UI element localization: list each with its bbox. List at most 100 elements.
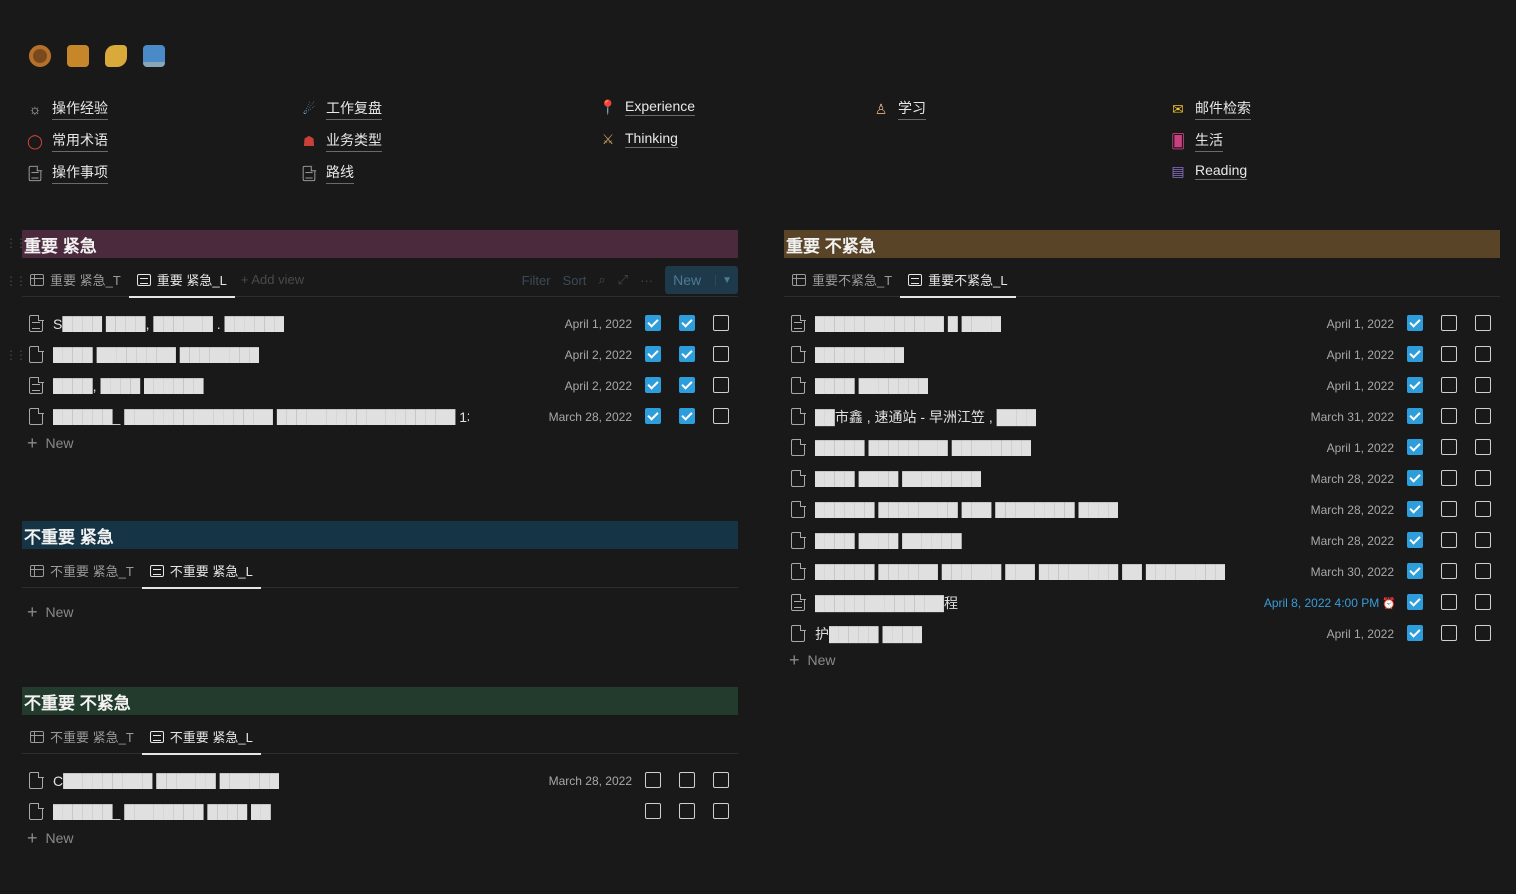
checkbox[interactable] xyxy=(713,315,729,331)
checkbox[interactable] xyxy=(645,377,661,393)
link-4[interactable]: ☗ 业务类型 xyxy=(300,130,382,152)
checkbox[interactable] xyxy=(1441,377,1457,393)
expand-icon[interactable]: ⤢ xyxy=(618,272,628,288)
list-item[interactable]: ████ ████ ████████ xyxy=(791,463,1261,494)
list-item[interactable]: ████, ████ ██████ xyxy=(29,370,469,401)
list-item[interactable]: ████ ████ ██████ xyxy=(791,525,1261,556)
link-9[interactable]: ✉ 邮件检索 xyxy=(1169,98,1251,120)
list-item[interactable]: █████████████ █ ████ xyxy=(791,308,1261,339)
checkbox[interactable] xyxy=(1441,501,1457,517)
checkbox[interactable] xyxy=(1441,346,1457,362)
list-item[interactable]: ██市鑫 , 速通站 - 早洲江笠 , ████ xyxy=(791,401,1261,432)
link-0[interactable]: ☼ 操作经验 xyxy=(26,98,108,120)
link-1[interactable]: ◯ 常用术语 xyxy=(26,130,108,152)
new-button[interactable]: New ▼ xyxy=(665,266,738,294)
checkbox[interactable] xyxy=(1475,377,1491,393)
drag-handle-icon[interactable]: ⋮⋮ xyxy=(5,348,27,362)
sort-button[interactable]: Sort xyxy=(563,273,587,288)
new-item-button[interactable]: + New xyxy=(789,651,836,669)
list-item[interactable]: ██████ ████████ ███ ████████ ████ xyxy=(791,494,1261,525)
checkbox[interactable] xyxy=(645,803,661,819)
list-item[interactable]: ██████_ ████████ ████ ██ xyxy=(29,796,469,827)
checkbox[interactable] xyxy=(1441,439,1457,455)
checkbox[interactable] xyxy=(1475,439,1491,455)
checkbox[interactable] xyxy=(679,408,695,424)
checkbox[interactable] xyxy=(713,803,729,819)
link-8[interactable]: ♙ 学习 xyxy=(872,98,926,120)
checkbox[interactable] xyxy=(1407,408,1423,424)
list-item[interactable]: S████ ████, ██████ . ██████ xyxy=(29,308,469,339)
checkbox[interactable] xyxy=(713,408,729,424)
list-item[interactable]: █████████ xyxy=(791,339,1261,370)
checkbox[interactable] xyxy=(1407,594,1423,610)
checkbox[interactable] xyxy=(1441,470,1457,486)
list-item[interactable]: ██████ ██████ ██████ ███ ████████ ██ ███… xyxy=(791,556,1261,587)
checkbox[interactable] xyxy=(679,803,695,819)
checkbox[interactable] xyxy=(679,772,695,788)
list-item[interactable]: ████ ███████ xyxy=(791,370,1261,401)
checkbox[interactable] xyxy=(713,377,729,393)
tab-list[interactable]: 重要 紧急_L xyxy=(128,263,235,298)
checkbox[interactable] xyxy=(1407,501,1423,517)
checkbox[interactable] xyxy=(713,346,729,362)
checkbox[interactable] xyxy=(1407,625,1423,641)
checkbox[interactable] xyxy=(1475,408,1491,424)
list-item[interactable]: C█████████ ██████ ██████ xyxy=(29,765,469,796)
link-2[interactable]: 操作事项 xyxy=(26,162,108,184)
checkbox[interactable] xyxy=(1407,532,1423,548)
checkbox[interactable] xyxy=(1475,563,1491,579)
link-11[interactable]: ▤ Reading xyxy=(1169,162,1248,180)
list-item[interactable]: █████ ████████ ████████ xyxy=(791,432,1261,463)
tab-list[interactable]: 不重要 紧急_L xyxy=(141,720,261,755)
checkbox[interactable] xyxy=(1441,315,1457,331)
flexed-biceps-icon[interactable] xyxy=(102,42,130,70)
tab-table[interactable]: 不重要 紧急_T xyxy=(22,720,142,754)
computer-icon[interactable] xyxy=(140,42,168,70)
checkbox[interactable] xyxy=(1441,625,1457,641)
checkbox[interactable] xyxy=(679,315,695,331)
checkbox[interactable] xyxy=(1407,377,1423,393)
checkbox[interactable] xyxy=(645,772,661,788)
checkbox[interactable] xyxy=(1407,315,1423,331)
chevron-down-icon[interactable]: ▼ xyxy=(715,274,738,286)
tab-table[interactable]: 不重要 紧急_T xyxy=(22,554,142,588)
tab-table[interactable]: 重要不紧急_T xyxy=(784,263,900,297)
tab-list[interactable]: 重要不紧急_L xyxy=(900,263,1017,298)
link-10[interactable]: 🂠 生活 xyxy=(1169,130,1223,152)
checkbox[interactable] xyxy=(679,346,695,362)
tab-table[interactable]: 重要 紧急_T xyxy=(22,263,129,297)
list-item[interactable]: █████████████程 xyxy=(791,587,1261,618)
checkbox[interactable] xyxy=(679,377,695,393)
filter-button[interactable]: Filter xyxy=(522,273,551,288)
link-6[interactable]: 📍 Experience xyxy=(599,98,696,116)
search-icon[interactable]: ⌕ xyxy=(598,272,605,288)
checkbox[interactable] xyxy=(1441,408,1457,424)
new-item-button[interactable]: + New xyxy=(27,434,74,452)
lion-icon[interactable] xyxy=(26,42,54,70)
checkbox[interactable] xyxy=(1475,346,1491,362)
checkbox[interactable] xyxy=(1407,346,1423,362)
checkbox[interactable] xyxy=(645,346,661,362)
link-7[interactable]: ⚔ Thinking xyxy=(599,130,678,148)
checkbox[interactable] xyxy=(1475,470,1491,486)
checkbox[interactable] xyxy=(645,408,661,424)
checkbox[interactable] xyxy=(1475,594,1491,610)
checkbox[interactable] xyxy=(1475,501,1491,517)
checkbox[interactable] xyxy=(1475,625,1491,641)
book-icon[interactable] xyxy=(64,42,92,70)
checkbox[interactable] xyxy=(713,772,729,788)
checkbox[interactable] xyxy=(1407,470,1423,486)
checkbox[interactable] xyxy=(1441,563,1457,579)
checkbox[interactable] xyxy=(1407,439,1423,455)
tab-list[interactable]: 不重要 紧急_L xyxy=(141,554,261,589)
add-view-button[interactable]: + Add view xyxy=(241,272,304,287)
new-item-button[interactable]: + New xyxy=(27,603,74,621)
list-item[interactable]: ██████_ ███████████████ ████████████████… xyxy=(29,401,469,432)
checkbox[interactable] xyxy=(1441,594,1457,610)
checkbox[interactable] xyxy=(1441,532,1457,548)
new-item-button[interactable]: + New xyxy=(27,829,74,847)
link-5[interactable]: 路线 xyxy=(300,162,354,184)
checkbox[interactable] xyxy=(645,315,661,331)
link-3[interactable]: ☄ 工作复盘 xyxy=(300,98,382,120)
checkbox[interactable] xyxy=(1475,315,1491,331)
